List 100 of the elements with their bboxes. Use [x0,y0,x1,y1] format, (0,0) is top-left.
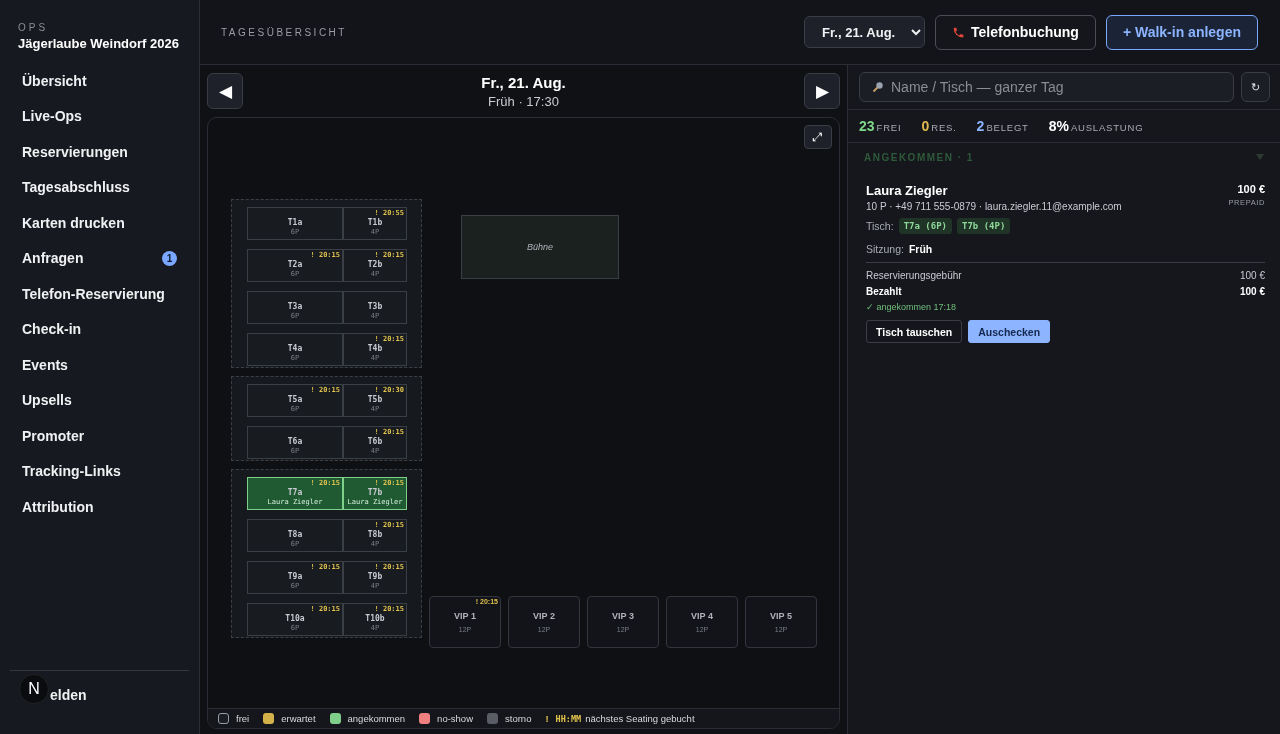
phone-icon [952,25,966,39]
table-name: T2a [287,260,303,270]
nav-item[interactable]: Promoter [10,418,189,454]
nav-label: Check-in [22,321,82,338]
session-label: Sitzung: [866,243,904,255]
fee-label: Bezahlt [866,286,902,297]
nav-label: Upsells [22,392,72,409]
nav-label: Karten drucken [22,214,125,231]
section-title: ANGEKOMMEN · 1 [864,151,974,163]
stage: Bühne [461,215,619,279]
legend-mark: ! [545,713,549,724]
table-name: T1b [367,218,383,228]
nav-item[interactable]: Reservierungen [10,134,189,170]
session-value: Früh [908,243,933,255]
stat-label: RES. [931,122,957,133]
previous-day-button[interactable]: ◀ [207,73,243,109]
table-name: T7a [287,488,303,498]
table-name: T9b [367,572,383,582]
guest-contact: 10 P · +49 711 555-0879 · laura.ziegler.11@example.com [866,201,1122,212]
nav-label: Live-Ops [22,108,82,125]
walk-in-button[interactable]: + Walk-in anlegen [1105,14,1258,50]
table-name: T7b [367,488,383,498]
expand-button[interactable]: ⤢ [804,125,832,149]
legend-label: nächstes Seating gebucht [585,713,695,724]
nav-label: Promoter [22,427,85,444]
count-badge: 1 [162,250,177,266]
stat-value: 23 [859,118,875,134]
table-name: VIP 5 [770,610,792,621]
nav-item[interactable]: Karten drucken [10,205,189,241]
table-name: T5b [367,395,383,405]
stat-value: 2 [976,118,985,134]
table-name: T10b [365,614,385,624]
date-select[interactable]: Fr., 21. Aug. [804,16,926,48]
table-name: VIP 3 [612,610,634,621]
nav-item[interactable]: Events [10,347,189,383]
guest-name: Laura Ziegler [866,183,949,198]
table-name: T6b [367,437,383,447]
legend-label: erwartet [281,713,316,724]
nav-label: Events [22,356,68,373]
nav-label: Reservierungen [22,143,128,160]
table-chip: T7a (6P) [898,218,952,234]
refresh-button[interactable]: ↻ [1241,72,1270,102]
table-name: VIP 2 [533,610,555,621]
table-name: T2b [367,260,383,270]
legend-label: storno [505,713,532,724]
chevron-icon[interactable] [1256,154,1264,160]
table-name: T10a [285,614,305,624]
fee-value: 100 € [1239,286,1265,297]
search-field[interactable]: Name / Tisch — ganzer Tag [859,72,1234,102]
brand-title: Jägerlaube Weindorf 2026 [17,36,180,51]
nav-item[interactable]: Upsells [10,382,189,418]
stat-value: 0 [921,118,930,134]
nav-label: Tagesabschluss [22,179,130,196]
table-name: T8a [287,530,303,540]
table-name: VIP 1 [454,610,476,621]
nav-label: Anfragen [22,250,84,267]
table-name: VIP 4 [691,610,713,621]
table-name: T6a [287,437,303,447]
nav-label: Attribution [22,498,94,515]
table-chip: T7b (4P) [957,218,1011,234]
fee-value: 100 € [1239,270,1265,281]
nav-item[interactable]: Attribution [10,489,189,525]
table-name: T4a [287,344,303,354]
session-time: Früh · 17:30 [487,93,560,109]
legend-time: HH:MM [555,713,582,724]
nav-item[interactable]: Check-in [10,311,189,347]
brand-kicker: OPS [17,22,50,33]
legend-label: no-show [437,713,473,724]
table-name: T9a [287,572,303,582]
floor-date: Fr., 21. Aug. [481,73,566,91]
table-name: T4b [367,344,383,354]
table-name: T5a [287,395,303,405]
nav-item[interactable]: Tagesabschluss [10,169,189,205]
arrival-note: ✓ angekommen 17:18 [866,302,958,312]
table-label: Tisch: [866,220,894,232]
table-name: T8b [367,530,383,540]
table-name: T3a [287,302,303,312]
phone-booking-button[interactable]: Telefonbuchung [935,14,1096,50]
table-name: T1a [287,218,303,228]
nav-item[interactable]: Telefon-Reservierung [10,276,189,312]
fee-label: Reservierungsgebühr [866,270,962,281]
page-title: TAGESÜBERSICHT [221,26,347,38]
nav-item[interactable]: Übersicht [10,63,189,99]
next-day-button[interactable]: ▶ [804,73,840,109]
amount: 100 € [1236,183,1265,195]
nav-label: Tracking-Links [22,463,121,480]
checkout-button[interactable]: Auschecken [968,320,1051,343]
nav-item[interactable]: Anfragen 1 [10,240,189,276]
search-icon [872,81,884,93]
nav-item[interactable]: Live-Ops [10,98,189,134]
stat-label: BELEGT [986,122,1029,133]
nav-label: Übersicht [22,72,87,89]
swap-table-button[interactable]: Tisch tauschen [866,320,963,343]
table-name: T3b [367,302,383,312]
avatar[interactable]: N [19,674,49,704]
legend-label: frei [236,713,250,724]
stat-label: FREI [876,122,902,133]
logout-link[interactable]: elden [50,687,87,703]
nav-item[interactable]: Tracking-Links [10,453,189,489]
legend-label: angekommen [347,713,406,724]
